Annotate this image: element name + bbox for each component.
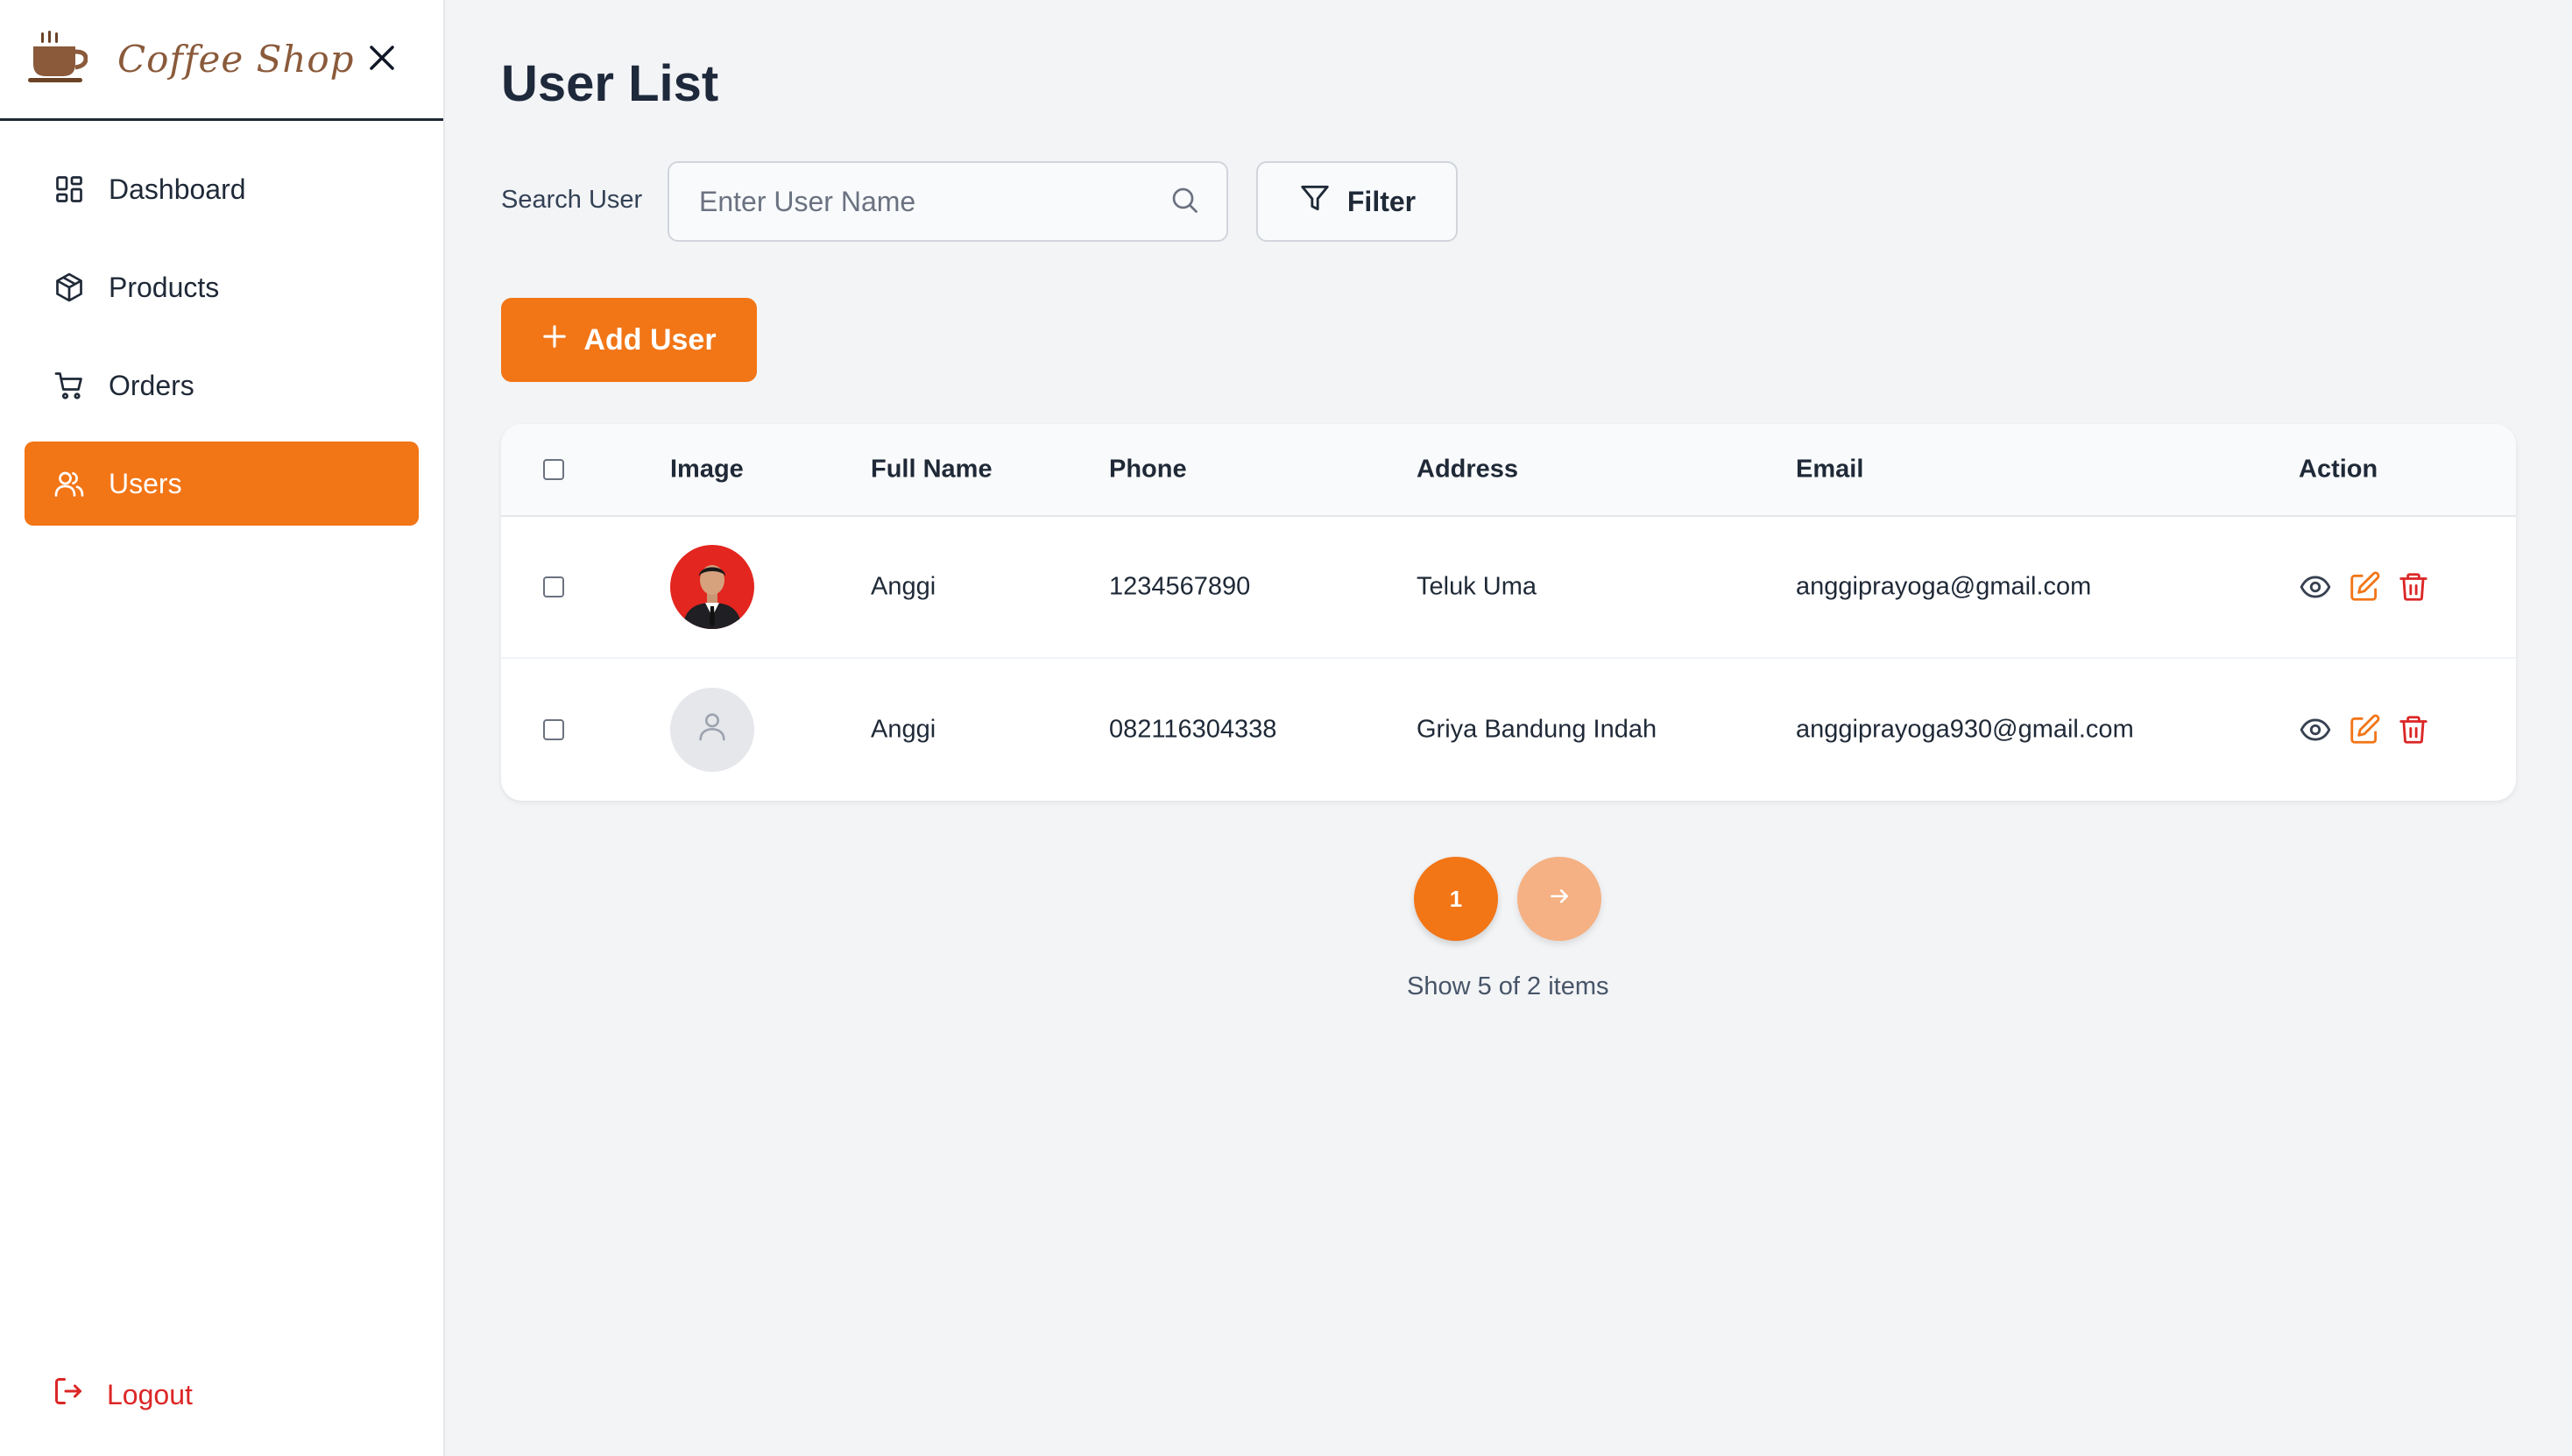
users-icon (53, 467, 86, 500)
user-full-name: Anggi (871, 715, 936, 744)
close-sidebar-button[interactable] (363, 40, 401, 79)
row-checkbox[interactable] (543, 576, 564, 597)
search-box (668, 161, 1228, 242)
user-address: Griya Bandung Indah (1417, 715, 1657, 744)
user-phone: 1234567890 (1109, 572, 1251, 601)
delete-icon[interactable] (2397, 713, 2430, 746)
search-label: Search User (501, 186, 643, 214)
sidebar-nav: Dashboard Products Orders Users (0, 121, 443, 526)
page-title: User List (501, 55, 719, 112)
add-user-label: Add User (583, 322, 717, 357)
edit-icon[interactable] (2348, 570, 2381, 604)
user-avatar (670, 545, 754, 629)
arrow-right-icon (1548, 885, 1571, 914)
coffee-cup-icon (28, 31, 88, 88)
column-header-email: Email (1796, 455, 1864, 484)
column-header-address: Address (1417, 455, 1519, 484)
sidebar-item-label: Products (109, 271, 220, 303)
row-checkbox[interactable] (543, 719, 564, 740)
view-icon[interactable] (2299, 570, 2332, 604)
sidebar: Coffee Shop Dashboard Products Orders Us… (0, 0, 445, 1456)
logout-label: Logout (107, 1378, 193, 1410)
table-header: Image Full Name Phone Address Email Acti… (501, 424, 2516, 517)
logout-icon (53, 1375, 84, 1414)
plus-icon (541, 323, 568, 357)
add-user-button[interactable]: Add User (501, 298, 757, 382)
user-address: Teluk Uma (1417, 572, 1537, 601)
pagination-info: Show 5 of 2 items (1407, 972, 1609, 1000)
next-page-button[interactable] (1517, 857, 1601, 941)
filter-button[interactable]: Filter (1256, 161, 1458, 242)
cart-icon (53, 369, 86, 402)
sidebar-item-dashboard[interactable]: Dashboard (25, 147, 419, 231)
column-header-full-name: Full Name (871, 455, 993, 484)
column-header-action: Action (2299, 455, 2378, 484)
user-full-name: Anggi (871, 572, 936, 601)
table-row: Anggi 082116304338 Griya Bandung Indah a… (501, 659, 2516, 801)
sidebar-item-products[interactable]: Products (25, 245, 419, 329)
brand[interactable]: Coffee Shop (28, 31, 355, 88)
column-header-phone: Phone (1109, 455, 1187, 484)
brand-name: Coffee Shop (117, 38, 355, 81)
sidebar-header: Coffee Shop (0, 0, 443, 121)
sidebar-item-label: Orders (109, 369, 194, 401)
view-icon[interactable] (2299, 713, 2332, 746)
column-header-image: Image (670, 455, 744, 484)
select-all-checkbox[interactable] (543, 459, 564, 480)
edit-icon[interactable] (2348, 713, 2381, 746)
user-email: anggiprayoga@gmail.com (1796, 572, 2092, 601)
search-icon[interactable] (1169, 184, 1200, 220)
box-icon (53, 271, 86, 304)
page-button-current[interactable]: 1 (1414, 857, 1498, 941)
close-icon (369, 45, 395, 75)
user-placeholder-icon (695, 709, 730, 751)
filter-icon (1298, 181, 1332, 222)
dashboard-grid-icon (53, 173, 86, 206)
row-actions (2299, 713, 2430, 746)
sidebar-item-label: Dashboard (109, 173, 246, 205)
user-email: anggiprayoga930@gmail.com (1796, 715, 2134, 744)
user-avatar (670, 688, 754, 772)
search-input[interactable] (699, 185, 1169, 218)
sidebar-item-users[interactable]: Users (25, 442, 419, 526)
delete-icon[interactable] (2397, 570, 2430, 604)
row-actions (2299, 570, 2430, 604)
logout-button[interactable]: Logout (25, 1353, 193, 1437)
table-row: Anggi 1234567890 Teluk Uma anggiprayoga@… (501, 517, 2516, 659)
sidebar-item-orders[interactable]: Orders (25, 343, 419, 428)
filter-label: Filter (1346, 185, 1417, 217)
sidebar-item-label: Users (109, 467, 182, 499)
user-phone: 082116304338 (1109, 715, 1277, 744)
users-table: Image Full Name Phone Address Email Acti… (501, 424, 2516, 801)
pagination: 1 (1414, 857, 1601, 941)
